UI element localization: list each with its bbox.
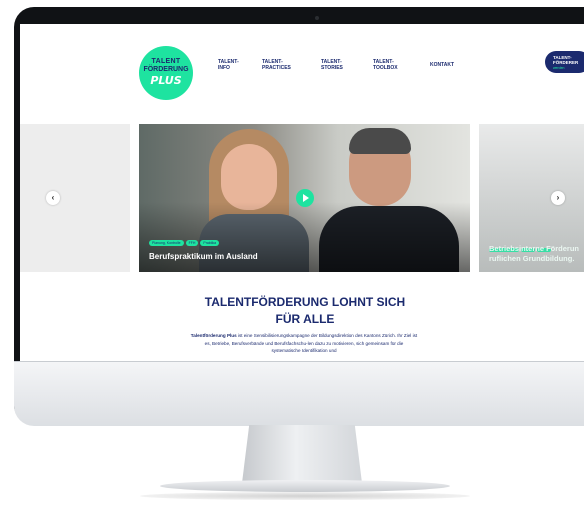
chevron-right-icon[interactable]: › — [551, 191, 565, 205]
browser-viewport: TALENT FÖRDERUNG PLUS TALENT- INFO TALEN… — [20, 24, 584, 361]
slide-tag[interactable]: FFH — [185, 240, 199, 246]
logo-text-line1: TALENT — [151, 58, 181, 65]
intro-text: ist eine Sensibilisierungskampagne der B… — [204, 333, 418, 353]
partner-badge-button[interactable]: TALENT- FÖRDERER werden — [545, 51, 584, 73]
partner-badge-label: TALENT- FÖRDERER — [553, 55, 579, 65]
intro-bold: Talentförderung Plus — [190, 333, 237, 338]
carousel-slide-previous[interactable] — [20, 124, 130, 272]
photo-woman-face — [221, 144, 277, 210]
partner-badge-sublabel: werden — [553, 66, 565, 70]
monitor-chin — [14, 361, 584, 426]
nav-item-kontakt[interactable]: KONTAKT — [430, 62, 454, 68]
logo-text-line3: PLUS — [150, 74, 182, 87]
slide-title[interactable]: Berufspraktikum im Ausland — [149, 252, 258, 261]
site-logo[interactable]: TALENT FÖRDERUNG PLUS — [139, 46, 193, 100]
carousel-slide-next[interactable]: Betriebsinterne Förderun ruflichen Grund… — [479, 124, 584, 272]
monitor-stand — [242, 425, 362, 483]
story-carousel: Planung, Kontrolle FFH Praktika Berufsprak… — [20, 124, 584, 272]
nav-item-talent-info[interactable]: TALENT- INFO — [218, 59, 239, 71]
nav-item-talent-toolbox[interactable]: TALENT- TOOLBOX — [373, 59, 398, 71]
section-headline: TALENTFÖRDERUNG LOHNT SICH FÜR ALLE — [170, 294, 440, 328]
carousel-slide-active[interactable]: Planung, Kontrolle FFH Praktika Berufsprak… — [139, 124, 470, 272]
headline-line1: TALENTFÖRDERUNG LOHNT SICH — [204, 295, 406, 309]
play-icon[interactable] — [296, 189, 314, 207]
camera-icon — [315, 16, 319, 20]
chevron-left-icon[interactable]: ‹ — [46, 191, 60, 205]
slide-tag[interactable]: Praktika — [200, 240, 220, 246]
slide-next-title: Betriebsinterne Förderun ruflichen Grund… — [489, 244, 580, 263]
monitor-base — [160, 480, 450, 492]
slide-gradient-overlay — [139, 202, 470, 272]
nav-item-talent-practices[interactable]: TALENT- PRACTICES — [262, 59, 291, 71]
intro-paragraph: Talentförderung Plus ist eine Sensibilis… — [190, 332, 418, 355]
slide-tag[interactable]: Planung, Kontrolle — [149, 240, 184, 246]
logo-text-line2: FÖRDERUNG — [143, 66, 189, 73]
monitor-shadow — [140, 492, 470, 500]
nav-item-talent-stories[interactable]: TALENT- STORIES — [321, 59, 343, 71]
headline-line2: FÜR ALLE — [275, 312, 335, 326]
photo-man-hair — [349, 128, 411, 154]
